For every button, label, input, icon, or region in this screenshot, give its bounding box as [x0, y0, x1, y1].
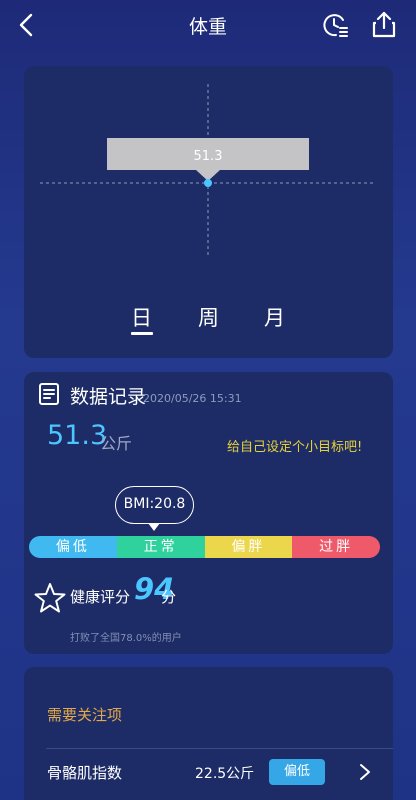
- data-point: [204, 179, 212, 187]
- tab-day[interactable]: 日: [131, 302, 152, 332]
- health-score-label: 健康评分: [70, 588, 131, 606]
- value-tooltip-label: 51.3: [194, 149, 223, 164]
- document-icon: [39, 383, 59, 405]
- weight-value: 51.3: [47, 420, 108, 451]
- metric-value: 22.5公斤: [195, 766, 255, 782]
- ranking-text: 打败了全国78.0%的用户: [70, 633, 182, 644]
- set-goal-link[interactable]: 给自己设定个小目标吧!: [227, 436, 362, 455]
- record-timestamp: 2020/05/26 15:31: [143, 392, 242, 405]
- health-score-unit: 分: [161, 588, 177, 606]
- star-icon: [34, 583, 66, 613]
- status-badge: 偏低: [269, 759, 325, 785]
- bmi-segment-low: 偏低: [29, 536, 117, 558]
- attention-card: 需要关注项 骨骼肌指数 22.5公斤 偏低: [24, 667, 393, 800]
- bmi-segment-obese: 过胖: [292, 536, 380, 558]
- tab-month[interactable]: 月: [264, 302, 285, 332]
- attention-title: 需要关注项: [47, 706, 123, 724]
- bmi-segment-normal: 正常: [116, 536, 205, 558]
- weight-chart-card: 51.3 日 周 月: [24, 66, 393, 358]
- tab-week[interactable]: 周: [198, 302, 219, 332]
- weight-chart: 51.3: [40, 84, 376, 258]
- tab-day-indicator: [131, 332, 153, 335]
- clock-list-icon[interactable]: [321, 11, 349, 39]
- weight-unit: 公斤: [100, 434, 133, 453]
- bmi-segment-overweight: 偏胖: [204, 536, 293, 558]
- bmi-scale-bar: 偏低 正常 偏胖 过胖: [29, 536, 380, 558]
- list-item-skeletal-muscle[interactable]: 骨骼肌指数 22.5公斤 偏低: [24, 749, 393, 797]
- share-upload-icon[interactable]: [369, 9, 399, 39]
- chevron-right-icon: [360, 764, 370, 780]
- bmi-bubble-pointer: [148, 523, 160, 531]
- page-title: 体重: [188, 16, 227, 38]
- data-record-card: 数据记录 2020/05/26 15:31 51.3 公斤 给自己设定个小目标吧…: [24, 372, 393, 654]
- record-title: 数据记录: [70, 386, 147, 408]
- metric-name: 骨骼肌指数: [47, 764, 123, 782]
- top-bar: 体重: [0, 0, 416, 50]
- bmi-bubble: BMI:20.8: [115, 486, 194, 524]
